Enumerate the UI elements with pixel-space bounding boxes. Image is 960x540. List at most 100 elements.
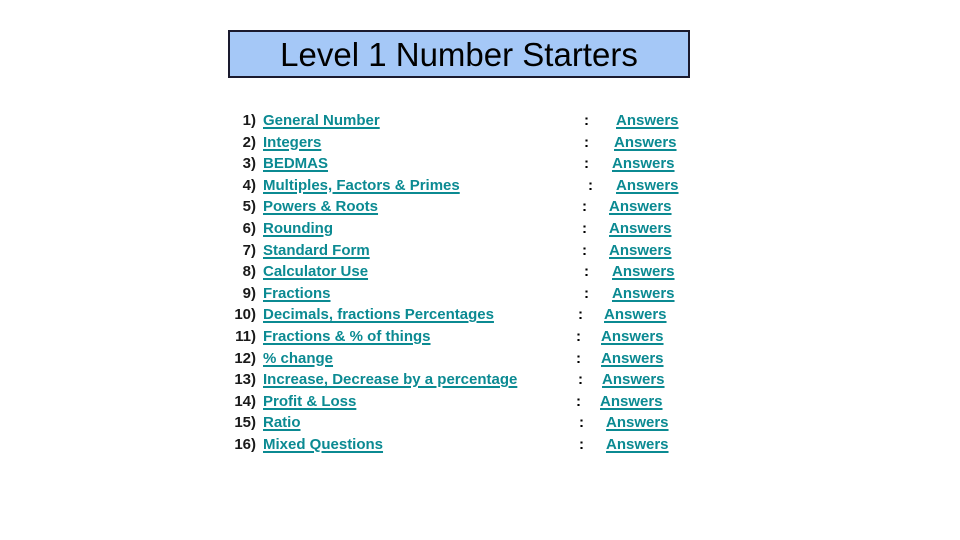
contents-list: 1) General Number: Answers 2) Integers: Answe… (222, 112, 742, 458)
list-item-answer-cell: Answers (602, 371, 665, 389)
topic-link[interactable]: Decimals, fractions Percentages (263, 306, 494, 323)
list-item-answer-cell: Answers (612, 263, 675, 281)
list-item: 6) Rounding: Answers (222, 220, 742, 242)
list-item-answer-cell: Answers (600, 393, 663, 411)
answers-link[interactable]: Answers (601, 328, 664, 345)
list-item-answer-cell: Answers (616, 112, 679, 130)
list-item-number: 12) (234, 349, 256, 367)
answers-link[interactable]: Answers (609, 220, 672, 237)
list-item-separator: : (584, 284, 589, 302)
list-item: 4) Multiples, Factors & Primes: Answers (222, 177, 742, 199)
list-item: 8) Calculator Use: Answers (222, 263, 742, 285)
topic-link[interactable]: Calculator Use (263, 263, 368, 280)
list-item-number: 2) (242, 133, 256, 151)
list-item-topic-cell: Calculator Use (256, 263, 368, 281)
list-item-number: 3) (242, 155, 256, 173)
topic-link[interactable]: Standard Form (263, 242, 370, 259)
page-title: Level 1 Number Starters (280, 35, 638, 73)
list-item-topic-cell: Rounding (256, 220, 333, 238)
list-item: 16) Mixed Questions: Answers (222, 436, 742, 458)
topic-link[interactable]: General Number (263, 112, 380, 129)
answers-link[interactable]: Answers (604, 306, 667, 323)
list-item-number: 11) (235, 327, 256, 345)
list-item-topic-cell: BEDMAS (256, 155, 328, 173)
topic-link[interactable]: Integers (263, 134, 321, 151)
list-item-number: 15) (234, 414, 256, 432)
answers-link[interactable]: Answers (609, 198, 672, 215)
list-item-separator: : (584, 263, 589, 281)
list-item-topic-cell: General Number (256, 112, 380, 130)
topic-link[interactable]: Increase, Decrease by a percentage (263, 371, 517, 388)
list-item-separator: : (576, 327, 581, 345)
answers-link[interactable]: Answers (614, 134, 677, 151)
list-item: 12) % change: Answers (222, 350, 742, 372)
topic-link[interactable]: Profit & Loss (263, 393, 356, 410)
topic-link[interactable]: Fractions (263, 285, 331, 302)
answers-link[interactable]: Answers (606, 436, 669, 453)
list-item: 13) Increase, Decrease by a percentage: An… (222, 371, 742, 393)
answers-link[interactable]: Answers (609, 242, 672, 259)
list-item-number: 9) (242, 284, 256, 302)
list-item-answer-cell: Answers (606, 436, 669, 454)
list-item-answer-cell: Answers (612, 155, 675, 173)
topic-link[interactable]: % change (263, 350, 333, 367)
answers-link[interactable]: Answers (616, 112, 679, 129)
list-item-topic-cell: Integers (256, 134, 321, 152)
list-item-topic-cell: Fractions (256, 285, 331, 303)
list-item-separator: : (578, 371, 583, 389)
answers-link[interactable]: Answers (612, 263, 675, 280)
list-item: 14) Profit & Loss: Answers (222, 393, 742, 415)
list-item-answer-cell: Answers (612, 285, 675, 303)
list-item-separator: : (588, 176, 593, 194)
list-item-answer-cell: Answers (614, 134, 677, 152)
list-item-answer-cell: Answers (604, 306, 667, 324)
answers-link[interactable]: Answers (601, 350, 664, 367)
list-item-topic-cell: Profit & Loss (256, 393, 356, 411)
list-item-separator: : (582, 241, 587, 259)
list-item-topic-cell: Mixed Questions (256, 436, 383, 454)
page-title-box: Level 1 Number Starters (228, 30, 690, 78)
list-item-topic-cell: Ratio (256, 414, 301, 432)
list-item-separator: : (576, 349, 581, 367)
list-item-answer-cell: Answers (609, 242, 672, 260)
answers-link[interactable]: Answers (602, 371, 665, 388)
list-item-separator: : (579, 435, 584, 453)
list-item: 15) Ratio: Answers (222, 414, 742, 436)
list-item-answer-cell: Answers (609, 198, 672, 216)
list-item-separator: : (584, 133, 589, 151)
list-item-separator: : (584, 155, 589, 173)
topic-link[interactable]: Fractions & % of things (263, 328, 431, 345)
answers-link[interactable]: Answers (612, 285, 675, 302)
list-item-separator: : (578, 306, 583, 324)
list-item-number: 1) (242, 112, 256, 129)
list-item-number: 7) (242, 241, 256, 259)
topic-link[interactable]: BEDMAS (263, 155, 328, 172)
list-item: 11) Fractions & % of things: Answers (222, 328, 742, 350)
answers-link[interactable]: Answers (600, 393, 663, 410)
list-item: 5) Powers & Roots: Answers (222, 198, 742, 220)
topic-link[interactable]: Ratio (263, 414, 301, 431)
list-item-separator: : (579, 414, 584, 432)
list-item: 7) Standard Form: Answers (222, 242, 742, 264)
list-item-answer-cell: Answers (601, 350, 664, 368)
list-item-separator: : (584, 112, 589, 129)
topic-link[interactable]: Rounding (263, 220, 333, 237)
topic-link[interactable]: Multiples, Factors & Primes (263, 177, 460, 194)
list-item-number: 5) (242, 198, 256, 216)
topic-link[interactable]: Mixed Questions (263, 436, 383, 453)
list-item-topic-cell: Powers & Roots (256, 198, 378, 216)
list-item: 2) Integers: Answers (222, 134, 742, 156)
list-item-topic-cell: Fractions & % of things (256, 328, 431, 346)
list-item-answer-cell: Answers (616, 177, 679, 195)
list-item-number: 16) (234, 435, 256, 453)
list-item: 9) Fractions: Answers (222, 285, 742, 307)
list-item-separator: : (582, 219, 587, 237)
answers-link[interactable]: Answers (612, 155, 675, 172)
list-item-number: 6) (242, 219, 256, 237)
list-item-answer-cell: Answers (609, 220, 672, 238)
answers-link[interactable]: Answers (606, 414, 669, 431)
answers-link[interactable]: Answers (616, 177, 679, 194)
list-item-answer-cell: Answers (606, 414, 669, 432)
list-item-topic-cell: Increase, Decrease by a percentage (256, 371, 517, 389)
topic-link[interactable]: Powers & Roots (263, 198, 378, 215)
